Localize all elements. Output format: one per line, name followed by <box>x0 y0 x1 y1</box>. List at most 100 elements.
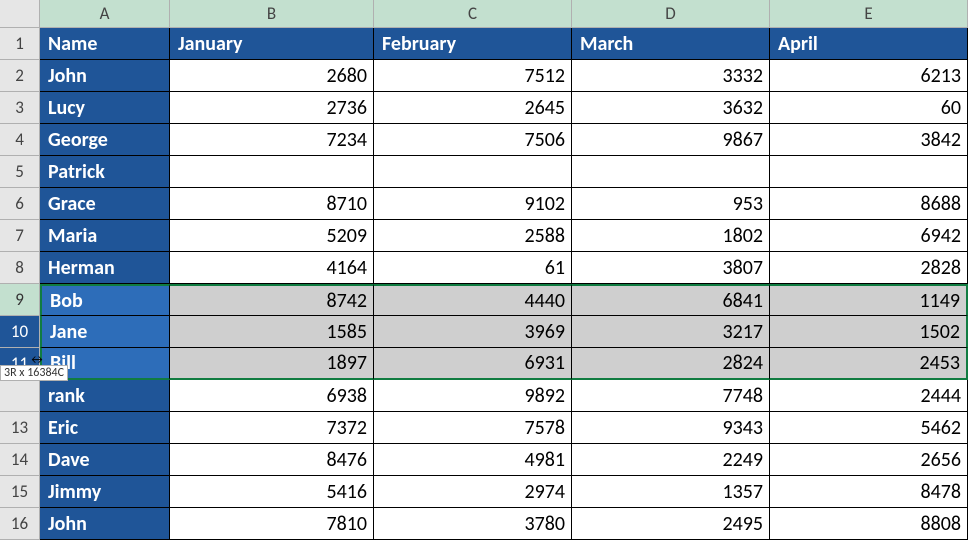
cell-E9[interactable]: 1149 <box>770 284 968 316</box>
cell-C3[interactable]: 2645 <box>374 92 572 124</box>
row-header-7[interactable]: 7 <box>0 220 40 252</box>
cell-C11[interactable]: 6931 <box>374 348 572 380</box>
spreadsheet-grid[interactable]: A B C D E 1 Name January February March … <box>0 0 970 540</box>
cell-E4[interactable]: 3842 <box>770 124 968 156</box>
cell-D2[interactable]: 3332 <box>572 60 770 92</box>
cell-E12[interactable]: 2444 <box>770 380 968 412</box>
cell-A8[interactable]: Herman <box>40 252 170 284</box>
cell-B14[interactable]: 8476 <box>170 444 374 476</box>
row-header-4[interactable]: 4 <box>0 124 40 156</box>
row-header-15[interactable]: 15 <box>0 476 40 508</box>
cell-E14[interactable]: 2656 <box>770 444 968 476</box>
cell-B15[interactable]: 5416 <box>170 476 374 508</box>
cell-A4[interactable]: George <box>40 124 170 156</box>
cell-A13[interactable]: Eric <box>40 412 170 444</box>
row-header-3[interactable]: 3 <box>0 92 40 124</box>
cell-E13[interactable]: 5462 <box>770 412 968 444</box>
cell-C8[interactable]: 61 <box>374 252 572 284</box>
cell-B9[interactable]: 8742 <box>170 284 374 316</box>
cell-C15[interactable]: 2974 <box>374 476 572 508</box>
col-header-A[interactable]: A <box>40 0 170 28</box>
cell-A10[interactable]: Jane <box>40 316 170 348</box>
cell-E1[interactable]: April <box>770 28 968 60</box>
cell-A15[interactable]: Jimmy <box>40 476 170 508</box>
row-header-8[interactable]: 8 <box>0 252 40 284</box>
cell-B5[interactable] <box>170 156 374 188</box>
cell-B11[interactable]: 1897 <box>170 348 374 380</box>
col-header-D[interactable]: D <box>572 0 770 28</box>
cell-A6[interactable]: Grace <box>40 188 170 220</box>
row-header-16[interactable]: 16 <box>0 508 40 540</box>
cell-D8[interactable]: 3807 <box>572 252 770 284</box>
row-header-5[interactable]: 5 <box>0 156 40 188</box>
cell-C4[interactable]: 7506 <box>374 124 572 156</box>
cell-D14[interactable]: 2249 <box>572 444 770 476</box>
cell-A14[interactable]: Dave <box>40 444 170 476</box>
cell-C9[interactable]: 4440 <box>374 284 572 316</box>
cell-C12[interactable]: 9892 <box>374 380 572 412</box>
cell-B7[interactable]: 5209 <box>170 220 374 252</box>
cell-D12[interactable]: 7748 <box>572 380 770 412</box>
cell-C14[interactable]: 4981 <box>374 444 572 476</box>
cell-E15[interactable]: 8478 <box>770 476 968 508</box>
cell-E3[interactable]: 60 <box>770 92 968 124</box>
cell-D15[interactable]: 1357 <box>572 476 770 508</box>
cell-C5[interactable] <box>374 156 572 188</box>
cell-E6[interactable]: 8688 <box>770 188 968 220</box>
cell-D5[interactable] <box>572 156 770 188</box>
cell-B13[interactable]: 7372 <box>170 412 374 444</box>
cell-A2[interactable]: John <box>40 60 170 92</box>
cell-D9[interactable]: 6841 <box>572 284 770 316</box>
cell-E7[interactable]: 6942 <box>770 220 968 252</box>
cell-B8[interactable]: 4164 <box>170 252 374 284</box>
cell-B16[interactable]: 7810 <box>170 508 374 540</box>
cell-B4[interactable]: 7234 <box>170 124 374 156</box>
cell-D3[interactable]: 3632 <box>572 92 770 124</box>
cell-A12[interactable]: rank <box>40 380 170 412</box>
cell-D4[interactable]: 9867 <box>572 124 770 156</box>
cell-C16[interactable]: 3780 <box>374 508 572 540</box>
row-header-9[interactable]: 9 <box>0 284 40 316</box>
row-header-2[interactable]: 2 <box>0 60 40 92</box>
cell-A16[interactable]: John <box>40 508 170 540</box>
col-header-C[interactable]: C <box>374 0 572 28</box>
row-header-13[interactable]: 13 <box>0 412 40 444</box>
row-header-10[interactable]: 10 <box>0 316 40 348</box>
cell-C7[interactable]: 2588 <box>374 220 572 252</box>
cell-B10[interactable]: 1585 <box>170 316 374 348</box>
cell-A1[interactable]: Name <box>40 28 170 60</box>
cell-C2[interactable]: 7512 <box>374 60 572 92</box>
cell-A7[interactable]: Maria <box>40 220 170 252</box>
cell-B2[interactable]: 2680 <box>170 60 374 92</box>
cell-C10[interactable]: 3969 <box>374 316 572 348</box>
cell-D1[interactable]: March <box>572 28 770 60</box>
row-header-14[interactable]: 14 <box>0 444 40 476</box>
cell-D6[interactable]: 953 <box>572 188 770 220</box>
cell-D16[interactable]: 2495 <box>572 508 770 540</box>
cell-A9[interactable]: Bob <box>40 284 170 316</box>
cell-E11[interactable]: 2453 <box>770 348 968 380</box>
cell-B12[interactable]: 6938 <box>170 380 374 412</box>
cell-B3[interactable]: 2736 <box>170 92 374 124</box>
cell-A3[interactable]: Lucy <box>40 92 170 124</box>
row-header-1[interactable]: 1 <box>0 28 40 60</box>
cell-E16[interactable]: 8808 <box>770 508 968 540</box>
select-all-corner[interactable] <box>0 0 40 28</box>
cell-C6[interactable]: 9102 <box>374 188 572 220</box>
cell-E2[interactable]: 6213 <box>770 60 968 92</box>
cell-D13[interactable]: 9343 <box>572 412 770 444</box>
cell-D11[interactable]: 2824 <box>572 348 770 380</box>
cell-C1[interactable]: February <box>374 28 572 60</box>
cell-A5[interactable]: Patrick <box>40 156 170 188</box>
cell-E5[interactable] <box>770 156 968 188</box>
cell-C13[interactable]: 7578 <box>374 412 572 444</box>
row-header-6[interactable]: 6 <box>0 188 40 220</box>
cell-B1[interactable]: January <box>170 28 374 60</box>
cell-E10[interactable]: 1502 <box>770 316 968 348</box>
cell-E8[interactable]: 2828 <box>770 252 968 284</box>
cell-D10[interactable]: 3217 <box>572 316 770 348</box>
col-header-B[interactable]: B <box>170 0 374 28</box>
cell-B6[interactable]: 8710 <box>170 188 374 220</box>
col-header-E[interactable]: E <box>770 0 968 28</box>
row-header-12[interactable] <box>0 380 40 412</box>
